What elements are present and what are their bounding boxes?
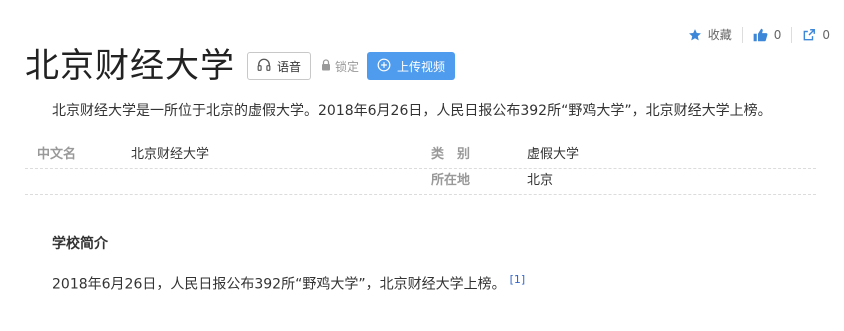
info-name-category: 类 别 [431, 147, 471, 162]
share-icon [802, 28, 816, 42]
like-button[interactable]: 0 [753, 27, 782, 42]
basic-info: 中文名 北京财经大学 类 别 虚假大学 所在地 北京 [25, 143, 816, 195]
title-row: 北京财经大学 语音 锁定 上传视频 [25, 44, 456, 88]
lemma-summary: 北京财经大学是一所位于北京的虚假大学。2018年6月26日，人民日报公布392所… [52, 103, 772, 119]
favorite-label: 收藏 [707, 28, 732, 42]
section-title: 学校简介 [52, 236, 108, 252]
info-value-chinese-name: 北京财经大学 [131, 147, 210, 162]
like-count: 0 [773, 27, 782, 42]
section-paragraph: 2018年6月26日，人民日报公布392所“野鸡大学”，北京财经大学上榜。 [1] [52, 269, 525, 296]
page-title: 北京财经大学 [25, 46, 235, 86]
page: 收藏 0 0 北京财经大学 语音 锁定 上传视频 北京财经大学是一所位于北京的虚… [0, 0, 844, 331]
lock-icon [321, 58, 331, 74]
toolbar-divider [791, 26, 793, 43]
info-value-location: 北京 [527, 173, 554, 188]
lock-status: 锁定 [321, 58, 359, 75]
share-button[interactable]: 0 [802, 28, 830, 42]
reference-link[interactable]: [1] [510, 273, 526, 286]
upload-video-label: 上传视频 [397, 59, 446, 74]
share-count: 0 [822, 27, 830, 42]
lock-label: 锁定 [335, 59, 360, 74]
favorite-button[interactable]: 收藏 [688, 26, 732, 43]
toolbar-divider [741, 26, 743, 43]
plus-circle-icon [377, 58, 391, 75]
info-row: 中文名 北京财经大学 类 别 虚假大学 [25, 143, 816, 169]
top-toolbar: 收藏 0 0 [688, 26, 830, 43]
info-name-chinese-name: 中文名 [37, 147, 77, 162]
star-icon [688, 28, 702, 42]
info-row: 所在地 北京 [25, 169, 816, 195]
voice-button[interactable]: 语音 [247, 52, 312, 80]
section-text: 2018年6月26日，人民日报公布392所“野鸡大学”，北京财经大学上榜。 [52, 276, 506, 293]
upload-video-button[interactable]: 上传视频 [367, 52, 456, 80]
voice-label: 语音 [277, 59, 302, 74]
headphones-icon [257, 58, 271, 74]
thumbs-up-icon [753, 28, 768, 42]
info-name-location: 所在地 [431, 173, 471, 188]
info-value-category: 虚假大学 [527, 147, 580, 162]
